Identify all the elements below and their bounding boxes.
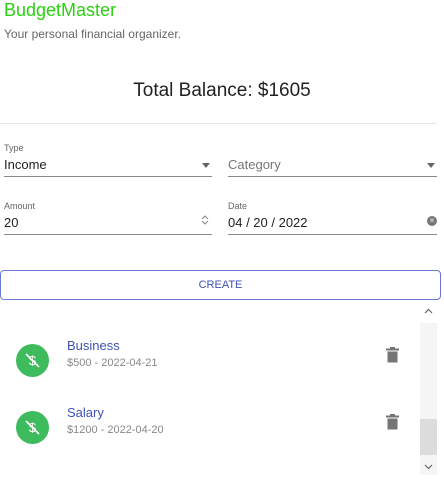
app-subtitle: Your personal financial organizer. [4,27,182,41]
type-select[interactable]: Type Income [4,143,212,177]
list-item[interactable]: $ Salary $1200 - 2022-04-20 [0,399,420,449]
amount-input[interactable]: 20 [4,212,212,235]
date-label: Date [228,201,248,211]
create-button[interactable]: CREATE [0,270,441,300]
date-field[interactable]: Date 04 / 20 / 2022 × [228,201,437,235]
transaction-list: $ Business $500 - 2022-04-21 $ Salary $1… [0,323,437,475]
category-control[interactable]: Category [228,154,437,177]
amount-value: 20 [4,215,19,230]
scrollbar[interactable] [420,308,437,475]
dollar-off-icon: $ [25,353,40,368]
trash-icon[interactable] [386,414,399,435]
chevron-down-icon [427,163,435,168]
transaction-detail: $500 - 2022-04-21 [67,357,158,369]
category-select[interactable]: Category [228,143,437,177]
avatar: $ [16,411,49,444]
type-control[interactable]: Income [4,154,212,177]
total-balance: Total Balance: $1605 [133,80,311,101]
amount-label: Amount [4,201,36,211]
avatar: $ [16,344,49,377]
dollar-off-icon: $ [25,420,40,435]
app-title: BudgetMaster [4,0,117,20]
stepper-icon[interactable] [200,214,210,228]
category-placeholder: Category [228,157,281,172]
date-input[interactable]: 04 / 20 / 2022 × [228,212,437,235]
divider [0,123,437,124]
date-value: 04 / 20 / 2022 [228,215,308,230]
scrollbar-thumb[interactable] [420,419,437,455]
transaction-name: Salary [67,405,104,420]
transaction-name: Business [67,338,120,353]
trash-icon[interactable] [386,347,399,368]
transaction-detail: $1200 - 2022-04-20 [67,424,164,436]
type-value: Income [4,157,47,172]
list-item[interactable]: $ Business $500 - 2022-04-21 [0,332,420,382]
scroll-up-icon[interactable] [424,307,433,316]
type-label: Type [4,143,24,153]
scroll-down-icon[interactable] [424,462,433,471]
clear-icon[interactable]: × [427,216,437,226]
amount-field[interactable]: Amount 20 [4,201,212,235]
chevron-down-icon [202,163,210,168]
